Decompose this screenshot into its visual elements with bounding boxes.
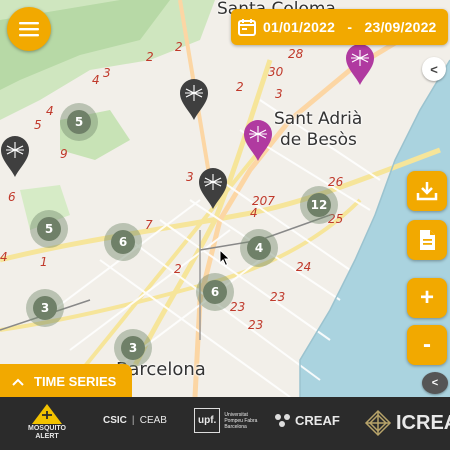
cluster-marker[interactable]: 3 (26, 289, 64, 327)
cluster-count: 3 (33, 296, 57, 320)
road-number: 23 (270, 290, 286, 304)
mosquito-icon (244, 120, 272, 161)
mosquito-pin[interactable] (243, 120, 273, 162)
road-number: 3 (275, 87, 283, 101)
road-number: 5 (34, 118, 42, 132)
calendar-icon (238, 19, 256, 36)
time-series-label: TIME SERIES (34, 374, 117, 389)
cluster-marker[interactable]: 5 (30, 210, 68, 248)
download-icon (416, 182, 438, 201)
csic-logo: CSIC | CEAB (103, 415, 167, 426)
mosquito-pin[interactable] (179, 79, 209, 121)
road-number: 2 (236, 80, 244, 94)
date-range-picker[interactable]: 01/01/2022 - 23/09/2022 (231, 9, 448, 45)
cluster-count: 6 (111, 230, 135, 254)
road-number: 7 (145, 218, 153, 232)
creaf-icon (275, 414, 290, 427)
chevron-up-icon (12, 378, 24, 386)
cluster-count: 3 (121, 336, 145, 360)
mosquito-pin[interactable] (345, 44, 375, 86)
collapse-footer-button[interactable]: < (422, 372, 448, 394)
cluster-count: 5 (37, 217, 61, 241)
mosquito-icon (346, 44, 374, 85)
cluster-count: 12 (307, 193, 331, 217)
zoom-out-label: - (423, 331, 431, 358)
road-number: 28 (288, 47, 304, 61)
mosquito-alert-logo: MOSQUITO ALERT (28, 403, 66, 441)
road-number: 4 (0, 250, 8, 264)
download-button[interactable] (407, 171, 447, 211)
footer-logos: MOSQUITO ALERT CSIC | CEAB upf. Universi… (0, 397, 450, 450)
collapse-panel-button[interactable]: < (422, 57, 446, 81)
road-number: 23 (248, 318, 264, 332)
icrea-logo: ICREA (362, 407, 450, 439)
mosquito-alert-icon (31, 404, 62, 424)
road-number: 2 (146, 50, 154, 64)
mosquito-icon (180, 79, 208, 120)
time-series-button[interactable]: TIME SERIES (0, 364, 132, 399)
mosquito-pin[interactable] (0, 136, 30, 178)
road-number: 24 (296, 260, 312, 274)
place-label-de-besos: de Besòs (280, 130, 357, 150)
creaf-logo: CREAF (273, 412, 340, 428)
road-number: 2 (175, 40, 183, 54)
collapse-label: < (431, 377, 439, 389)
cluster-marker[interactable]: 3 (114, 329, 152, 367)
road-number: 6 (8, 190, 16, 204)
cluster-count: 5 (67, 110, 91, 134)
mosquito-pin[interactable] (198, 168, 228, 210)
road-number: 30 (268, 65, 284, 79)
cursor-icon (219, 249, 231, 267)
zoom-in-label: + (419, 284, 434, 311)
map-canvas[interactable]: Santa Coloma Sant Adrià de Besòs Barcelo… (0, 0, 450, 397)
cluster-marker[interactable]: 4 (240, 229, 278, 267)
road-number: 207 (252, 194, 275, 208)
cluster-marker[interactable]: 6 (104, 223, 142, 261)
cluster-marker[interactable]: 6 (196, 273, 234, 311)
menu-button[interactable] (7, 7, 51, 51)
cluster-count: 4 (247, 236, 271, 260)
road-number: 2 (174, 262, 182, 276)
place-label-sant-adria: Sant Adrià (274, 109, 363, 129)
cluster-count: 6 (203, 280, 227, 304)
document-icon (420, 230, 435, 250)
report-button[interactable] (407, 220, 447, 260)
icrea-icon (364, 409, 392, 437)
road-number: 1 (40, 255, 48, 269)
date-range-text: 01/01/2022 - 23/09/2022 (263, 19, 437, 35)
hamburger-icon (19, 22, 39, 37)
road-number: 26 (328, 175, 344, 189)
road-number: 4 (250, 206, 258, 220)
cluster-marker[interactable]: 5 (60, 103, 98, 141)
upf-logo: upf. Universitat Pompeu Fabra Barcelona (194, 408, 264, 433)
road-number: 4 (46, 104, 54, 118)
road-number: 23 (230, 300, 246, 314)
zoom-out-button[interactable]: - (407, 325, 447, 365)
road-number: 3 (103, 66, 111, 80)
road-number: 9 (60, 147, 68, 161)
road-number: 3 (186, 170, 194, 184)
collapse-label: < (430, 61, 438, 77)
zoom-in-button[interactable]: + (407, 278, 447, 318)
mosquito-icon (1, 136, 29, 177)
mosquito-icon (199, 168, 227, 209)
road-number: 4 (92, 73, 100, 87)
cluster-marker[interactable]: 12 (300, 186, 338, 224)
